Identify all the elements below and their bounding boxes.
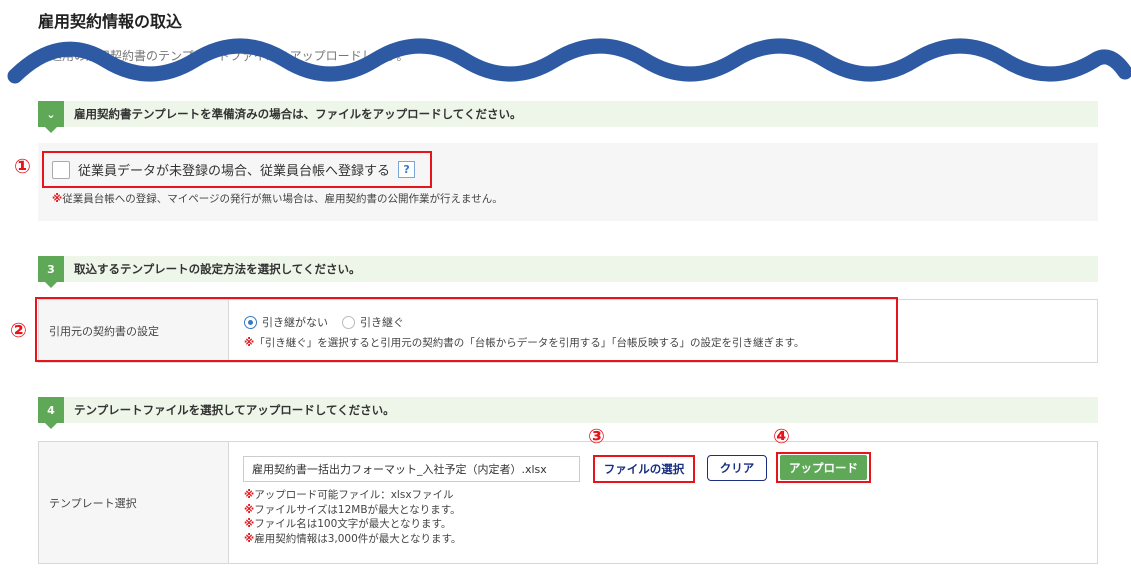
file-name-field[interactable]: 雇用契約書一括出力フォーマット_入社予定（内定者）.xlsx xyxy=(243,456,580,482)
chevron-down-icon: ⌄ xyxy=(38,101,64,133)
marker-3: ③ xyxy=(588,424,605,448)
upload-notes: ※アップロード可能ファイル：xlsxファイル ※ファイルサイズは12MBが最大と… xyxy=(244,488,461,546)
page-title: 雇用契約情報の取込 xyxy=(38,12,183,31)
step-number-3: 3 xyxy=(38,256,64,288)
upload-button[interactable]: アップロード xyxy=(780,455,867,480)
step-number-4: 4 xyxy=(38,397,64,429)
register-note-text: 従業員台帳への登録、マイページの発行が無い場合は、雇用契約書の公開作業が行えませ… xyxy=(62,193,503,205)
upload-note: ※ファイルサイズは12MBが最大となります。 xyxy=(244,503,461,518)
step-4-text: テンプレートファイルを選択してアップロードしてください。 xyxy=(74,403,395,417)
upload-note-text: ファイルサイズは12MBが最大となります。 xyxy=(254,503,461,516)
upload-note-text: 雇用契約情報は3,000件が最大となります。 xyxy=(254,532,462,545)
file-select-button[interactable]: ファイルの選択 xyxy=(593,455,695,483)
highlight-box-2 xyxy=(35,297,898,362)
upload-note: ※雇用契約情報は3,000件が最大となります。 xyxy=(244,532,461,547)
marker-1: ① xyxy=(14,154,31,178)
upload-note-text: ファイル名は100文字が最大となります。 xyxy=(254,518,452,530)
marker-4: ④ xyxy=(773,424,790,448)
note-mark: ※ xyxy=(244,503,255,516)
register-employee-option[interactable]: 従業員データが未登録の場合、従業員台帳へ登録する ? xyxy=(42,151,432,188)
register-employee-checkbox[interactable] xyxy=(52,160,70,179)
note-mark: ※ xyxy=(52,193,63,205)
step-3-text: 取込するテンプレートの設定方法を選択してください。 xyxy=(74,262,361,276)
register-employee-label: 従業員データが未登録の場合、従業員台帳へ登録する xyxy=(78,164,391,179)
note-mark: ※ xyxy=(244,518,255,530)
step-bar-3: 3 取込するテンプレートの設定方法を選択してください。 xyxy=(38,256,1098,288)
upload-note: ※ファイル名は100文字が最大となります。 xyxy=(244,517,461,532)
upload-note-text: アップロード可能ファイル：xlsxファイル xyxy=(254,489,454,501)
clear-button[interactable]: クリア xyxy=(707,455,767,481)
step-1-text: 雇用契約書テンプレートを準備済みの場合は、ファイルをアップロードしてください。 xyxy=(74,107,522,121)
marker-2: ② xyxy=(10,318,27,342)
redaction-wave xyxy=(7,38,1131,84)
step-bar-1: ⌄ 雇用契約書テンプレートを準備済みの場合は、ファイルをアップロードしてください… xyxy=(38,101,1098,133)
upload-note: ※アップロード可能ファイル：xlsxファイル xyxy=(244,488,461,503)
register-note: ※従業員台帳への登録、マイページの発行が無い場合は、雇用契約書の公開作業が行えま… xyxy=(52,191,503,206)
note-mark: ※ xyxy=(244,489,255,501)
template-select-label: テンプレート選択 xyxy=(39,442,229,563)
step-bar-4: 4 テンプレートファイルを選択してアップロードしてください。 xyxy=(38,397,1098,429)
note-mark: ※ xyxy=(244,532,255,545)
help-icon[interactable]: ? xyxy=(398,161,416,178)
